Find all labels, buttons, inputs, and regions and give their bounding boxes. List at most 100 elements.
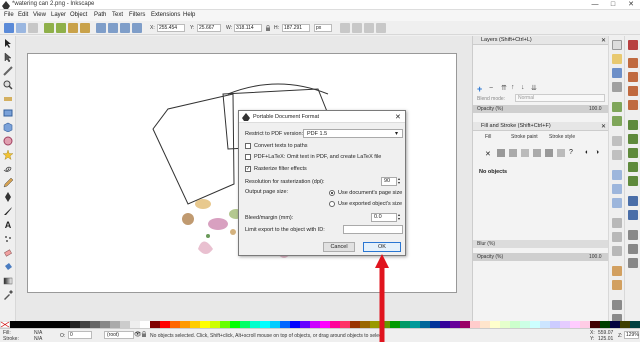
y-input[interactable]: 25.667 bbox=[197, 24, 221, 32]
paste-icon[interactable] bbox=[612, 198, 622, 208]
mesh-gradient-icon[interactable] bbox=[533, 149, 541, 157]
measure-tool-icon[interactable] bbox=[3, 94, 13, 104]
snap-rotation-centers-icon[interactable] bbox=[628, 210, 638, 220]
text-tool-icon[interactable]: A bbox=[3, 220, 13, 230]
pattern-icon[interactable] bbox=[545, 149, 553, 157]
import-icon[interactable] bbox=[612, 102, 622, 112]
flip-vertical-icon[interactable] bbox=[80, 23, 90, 33]
rectangle-tool-icon[interactable] bbox=[3, 108, 13, 118]
node-tool-icon[interactable] bbox=[3, 52, 13, 63]
fill-rule-evenodd-icon[interactable]: ◐ bbox=[585, 149, 589, 156]
minimize-button[interactable]: — bbox=[586, 0, 604, 10]
dialog-title-bar[interactable]: Portable Document Format ✕ bbox=[239, 111, 405, 123]
h-input[interactable]: 187.291 bbox=[282, 24, 310, 32]
fill-stroke-close-icon[interactable]: ✕ bbox=[601, 123, 606, 130]
scale-corners-icon[interactable] bbox=[352, 23, 362, 33]
snap-grids-icon[interactable] bbox=[628, 244, 638, 254]
clone-icon[interactable] bbox=[612, 280, 622, 290]
move-patterns-icon[interactable] bbox=[376, 23, 386, 33]
layer-to-top-icon[interactable]: ⇈ bbox=[501, 84, 507, 92]
snap-toggle-icon[interactable] bbox=[628, 40, 638, 50]
flip-horizontal-icon[interactable] bbox=[68, 23, 78, 33]
menu-help[interactable]: Help bbox=[183, 12, 195, 18]
rasterize-checkbox[interactable]: ✓ bbox=[245, 166, 251, 172]
swatch-icon[interactable] bbox=[557, 149, 565, 157]
zoom-drawing-icon[interactable] bbox=[612, 232, 622, 242]
export-icon[interactable] bbox=[612, 116, 622, 126]
maximize-button[interactable]: □ bbox=[604, 0, 622, 10]
undo-icon[interactable] bbox=[612, 136, 622, 146]
ellipse-tool-icon[interactable] bbox=[3, 136, 13, 146]
lower-icon[interactable] bbox=[120, 23, 130, 33]
layer-select[interactable]: (root) bbox=[104, 331, 134, 339]
snap-bbox-midpoints-icon[interactable] bbox=[628, 100, 638, 110]
save-icon[interactable] bbox=[612, 68, 622, 78]
w-input[interactable]: 318.114 bbox=[234, 24, 262, 32]
bleed-spin-icon[interactable]: ▴ ▾ bbox=[398, 213, 400, 221]
blend-mode-select[interactable]: Normal bbox=[515, 94, 605, 102]
add-layer-icon[interactable]: + bbox=[477, 84, 482, 94]
layers-panel-close-icon[interactable]: ✕ bbox=[601, 37, 606, 44]
color-palette[interactable] bbox=[0, 320, 640, 329]
tab-stroke-style[interactable]: Stroke style bbox=[549, 134, 575, 140]
deselect-icon[interactable] bbox=[28, 23, 38, 33]
pdf-version-select[interactable]: PDF 1.5 ▾ bbox=[303, 129, 403, 138]
unit-select[interactable]: px bbox=[314, 24, 332, 32]
3d-box-tool-icon[interactable] bbox=[3, 122, 13, 133]
star-tool-icon[interactable] bbox=[2, 149, 14, 161]
opacity-input[interactable]: 0 bbox=[68, 331, 92, 339]
pencil-tool-icon[interactable] bbox=[3, 177, 14, 188]
selector-tool-icon[interactable] bbox=[3, 38, 13, 48]
new-document-icon[interactable] bbox=[612, 40, 622, 50]
group-icon[interactable] bbox=[612, 300, 622, 310]
x-input[interactable]: 255.454 bbox=[157, 24, 185, 32]
snap-intersections-icon[interactable] bbox=[628, 148, 638, 158]
menu-file[interactable]: File bbox=[4, 12, 14, 18]
lower-to-bottom-icon[interactable] bbox=[132, 23, 142, 33]
bleed-input[interactable]: 0.0 bbox=[371, 213, 397, 222]
spiral-tool-icon[interactable] bbox=[3, 164, 13, 174]
redo-icon[interactable] bbox=[612, 150, 622, 160]
raise-to-top-icon[interactable] bbox=[96, 23, 106, 33]
pen-tool-icon[interactable] bbox=[3, 192, 13, 202]
zoom-page-icon[interactable] bbox=[612, 246, 622, 256]
calligraphy-tool-icon[interactable] bbox=[3, 206, 13, 216]
pdf-latex-checkbox[interactable] bbox=[245, 154, 251, 160]
resolution-spin-icon[interactable]: ▴ ▾ bbox=[398, 177, 400, 185]
rotate-ccw-icon[interactable] bbox=[44, 23, 54, 33]
paint-bucket-tool-icon[interactable] bbox=[3, 262, 13, 272]
rotate-cw-icon[interactable] bbox=[56, 23, 66, 33]
layers-panel-header[interactable]: Layers (Shift+Ctrl+L) bbox=[473, 36, 609, 45]
snap-bbox-icon[interactable] bbox=[628, 58, 638, 68]
select-all-icon[interactable] bbox=[4, 23, 14, 33]
tab-fill[interactable]: Fill bbox=[485, 134, 491, 140]
fill-opacity-slider[interactable]: Opacity (%) 100.0 bbox=[473, 253, 609, 261]
spray-tool-icon[interactable] bbox=[3, 234, 13, 244]
dialog-close-icon[interactable]: ✕ bbox=[395, 113, 401, 121]
menu-view[interactable]: View bbox=[33, 12, 46, 18]
eraser-tool-icon[interactable] bbox=[3, 248, 13, 258]
fill-stroke-panel-header[interactable]: Fill and Stroke (Shift+Ctrl+F) bbox=[473, 122, 609, 131]
lock-icon[interactable] bbox=[265, 25, 271, 31]
limit-export-input[interactable] bbox=[343, 225, 403, 234]
menu-path[interactable]: Path bbox=[94, 12, 106, 18]
snap-centers-icon[interactable] bbox=[628, 196, 638, 206]
menu-text[interactable]: Text bbox=[112, 12, 123, 18]
layer-down-icon[interactable]: ↓ bbox=[521, 84, 525, 91]
tab-stroke-paint[interactable]: Stroke paint bbox=[511, 134, 538, 140]
zoom-selection-icon[interactable] bbox=[612, 218, 622, 228]
menu-object[interactable]: Object bbox=[70, 12, 87, 18]
copy-icon[interactable] bbox=[612, 170, 622, 180]
convert-texts-checkbox[interactable] bbox=[245, 143, 251, 149]
dropper-tool-icon[interactable] bbox=[3, 290, 13, 300]
layer-lock-icon[interactable] bbox=[141, 331, 147, 337]
close-button[interactable]: ✕ bbox=[622, 0, 640, 10]
duplicate-icon[interactable] bbox=[612, 266, 622, 276]
linear-gradient-icon[interactable] bbox=[509, 149, 517, 157]
tweak-tool-icon[interactable] bbox=[3, 66, 13, 76]
cancel-button[interactable]: Cancel bbox=[323, 242, 355, 252]
print-icon[interactable] bbox=[612, 82, 622, 92]
resolution-input[interactable]: 90 bbox=[381, 177, 397, 186]
layer-to-bottom-icon[interactable]: ⇊ bbox=[531, 84, 537, 92]
blur-slider[interactable]: Blur (%) bbox=[473, 240, 609, 248]
